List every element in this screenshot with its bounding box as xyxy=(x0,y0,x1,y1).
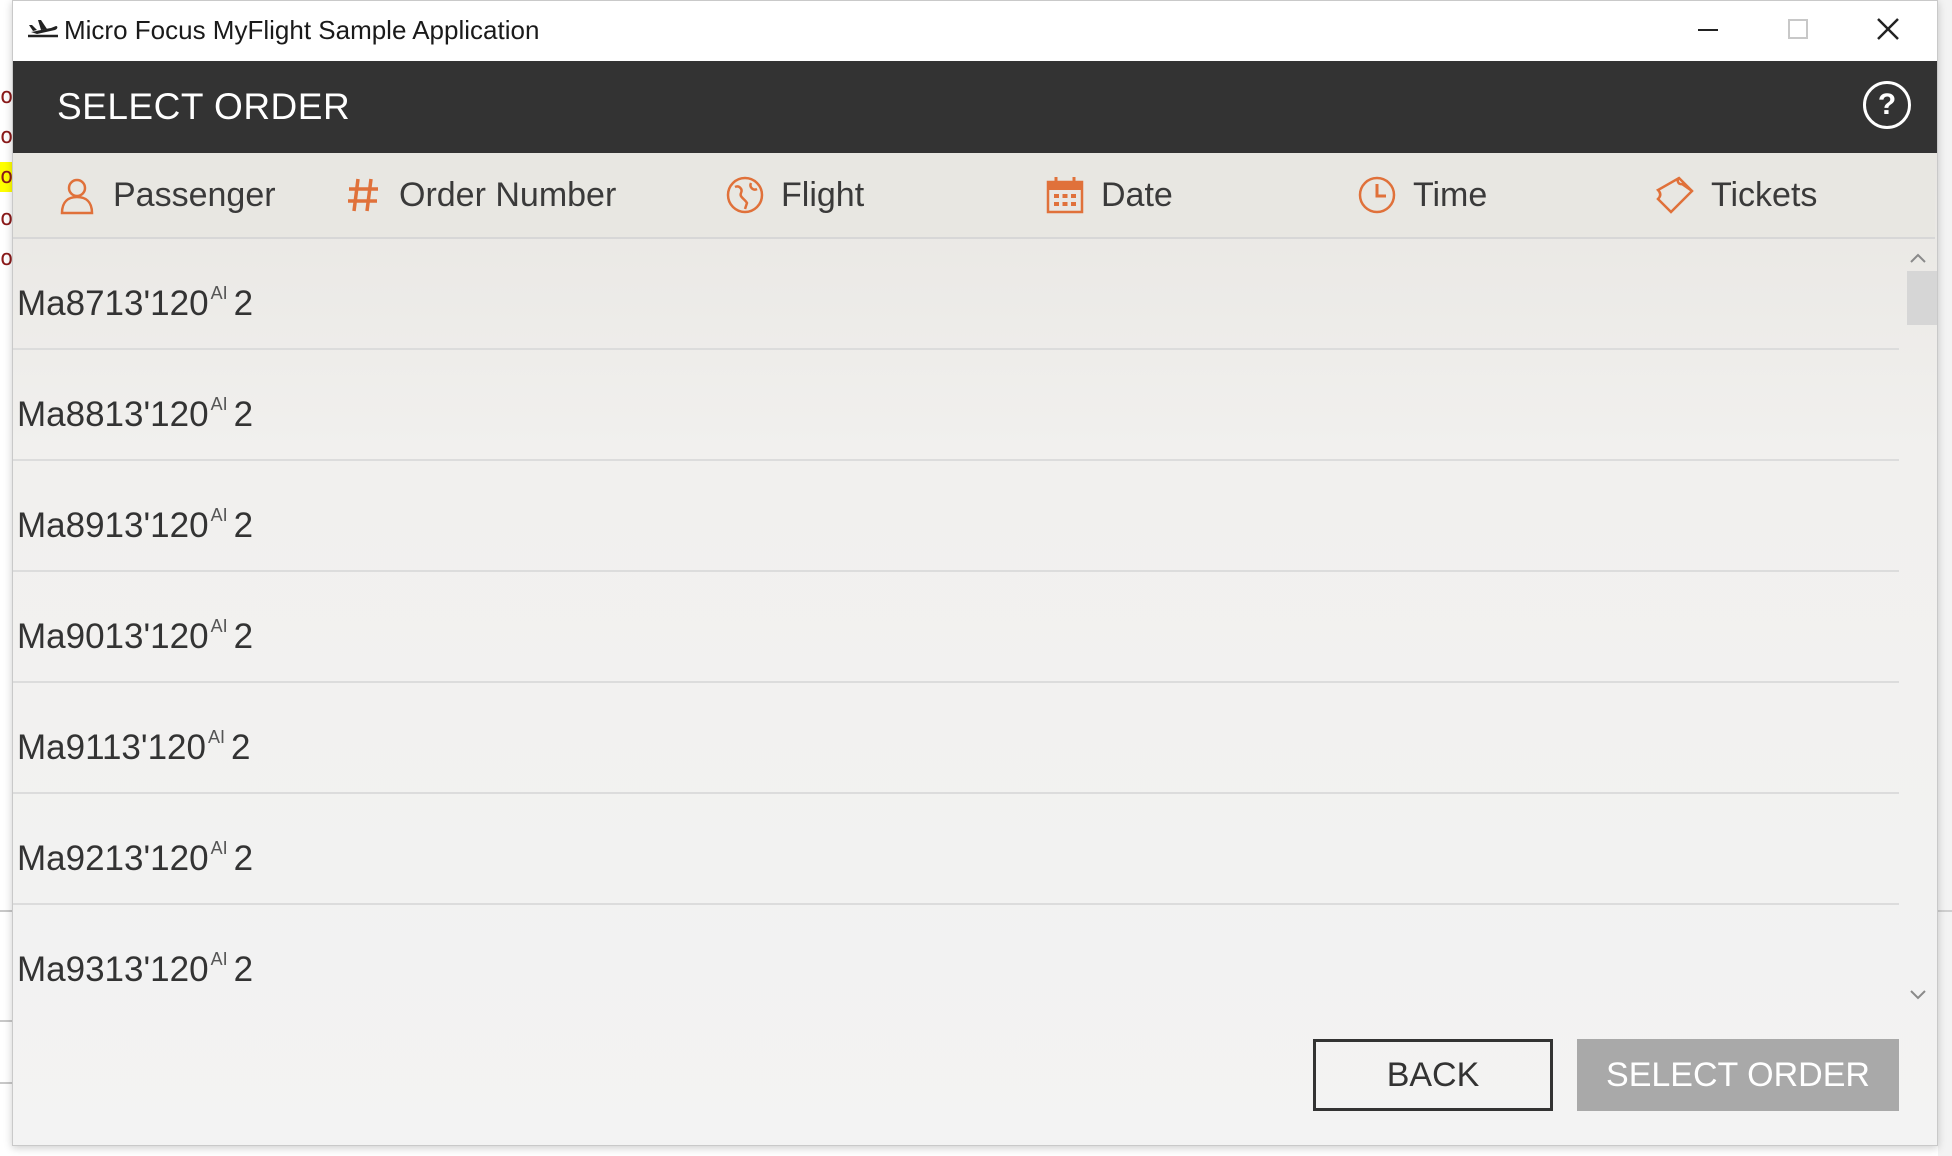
order-row-tickets: 2 xyxy=(233,617,254,656)
order-row-tickets: 2 xyxy=(230,728,251,767)
order-row-text: Ma8813'120 xyxy=(17,395,209,434)
calendar-icon xyxy=(1046,177,1084,214)
app-window: Micro Focus MyFlight Sample Application … xyxy=(12,0,1938,1146)
page-header: SELECT ORDER ? xyxy=(13,61,1937,153)
column-label: Order Number xyxy=(399,175,617,214)
order-list: Ma8713'120 AI 2 Ma8813'120 AI 2 Ma8913'120 AI… xyxy=(13,239,1899,1009)
column-header-order-number[interactable]: Order Number xyxy=(343,171,616,219)
background-window-right xyxy=(1938,0,1952,1156)
column-label: Passenger xyxy=(113,175,276,214)
column-header-tickets[interactable]: Tickets xyxy=(1655,171,1817,219)
list-scrollbar[interactable] xyxy=(1901,239,1937,1009)
airplane-icon xyxy=(28,20,58,38)
help-icon: ? xyxy=(1877,88,1897,121)
chevron-up-icon xyxy=(1910,253,1926,263)
column-header-flight[interactable]: Flight xyxy=(725,171,864,219)
hash-icon xyxy=(348,178,378,212)
order-row-tickets: 2 xyxy=(233,284,254,323)
order-row-tickets: 2 xyxy=(233,950,254,989)
window-title: Micro Focus MyFlight Sample Application xyxy=(64,15,540,45)
column-header-time[interactable]: Time xyxy=(1357,171,1487,219)
scroll-up-button[interactable] xyxy=(1901,243,1935,273)
column-label: Date xyxy=(1101,175,1173,214)
order-row-text: Ma9213'120 xyxy=(17,839,209,878)
order-row[interactable]: Ma9213'120 AI 2 xyxy=(13,794,1899,905)
order-row-tickets: 2 xyxy=(233,395,254,434)
chevron-down-icon xyxy=(1910,990,1926,1000)
maximize-button[interactable] xyxy=(1753,1,1843,57)
close-button[interactable] xyxy=(1843,1,1933,57)
order-row[interactable]: Ma8813'120 AI 2 xyxy=(13,350,1899,461)
order-row[interactable]: Ma8913'120 AI 2 xyxy=(13,461,1899,572)
back-button[interactable]: BACK xyxy=(1313,1039,1553,1111)
column-label: Flight xyxy=(781,175,865,214)
select-order-button[interactable]: SELECT ORDER xyxy=(1577,1039,1899,1111)
column-header-row: Passenger Order Number Flight Date Time … xyxy=(13,153,1935,239)
column-label: Time xyxy=(1413,175,1488,214)
maximize-icon xyxy=(1788,19,1808,39)
order-row-text: Ma9013'120 xyxy=(17,617,209,656)
order-row-airline: AI xyxy=(207,727,225,747)
scroll-down-button[interactable] xyxy=(1901,979,1935,1009)
minimize-icon xyxy=(1698,29,1718,31)
order-row-text: Ma8713'120 xyxy=(17,284,209,323)
order-row[interactable]: Ma8713'120 AI 2 xyxy=(13,239,1899,350)
order-row-tickets: 2 xyxy=(233,839,254,878)
person-icon xyxy=(60,178,94,215)
order-row-airline: AI xyxy=(210,505,228,525)
order-row[interactable]: Ma9013'120 AI 2 xyxy=(13,572,1899,683)
order-row[interactable]: Ma9313'120 AI 2 xyxy=(13,905,1899,1009)
title-bar: Micro Focus MyFlight Sample Application xyxy=(13,1,1937,61)
order-row-text: Ma9113'120 xyxy=(17,728,206,767)
order-row[interactable]: Ma9113'120 AI 2 xyxy=(13,683,1899,794)
order-row-airline: AI xyxy=(210,838,228,858)
page-title: SELECT ORDER xyxy=(57,86,351,127)
ticket-icon xyxy=(1655,176,1694,214)
minimize-button[interactable] xyxy=(1663,1,1753,57)
column-header-date[interactable]: Date xyxy=(1045,171,1173,219)
order-row-airline: AI xyxy=(210,394,228,414)
order-row-airline: AI xyxy=(210,616,228,636)
column-label: Tickets xyxy=(1711,175,1818,214)
scroll-thumb[interactable] xyxy=(1907,271,1937,325)
globe-icon xyxy=(726,176,764,214)
order-row-tickets: 2 xyxy=(233,506,254,545)
order-row-airline: AI xyxy=(210,283,228,303)
help-button[interactable]: ? xyxy=(1863,81,1911,129)
column-header-passenger[interactable]: Passenger xyxy=(57,171,276,219)
order-row-text: Ma9313'120 xyxy=(17,950,209,989)
close-icon xyxy=(1877,18,1899,40)
order-row-airline: AI xyxy=(210,949,228,969)
background-divider xyxy=(1938,910,1952,912)
order-row-text: Ma8913'120 xyxy=(17,506,209,545)
clock-icon xyxy=(1358,176,1396,214)
